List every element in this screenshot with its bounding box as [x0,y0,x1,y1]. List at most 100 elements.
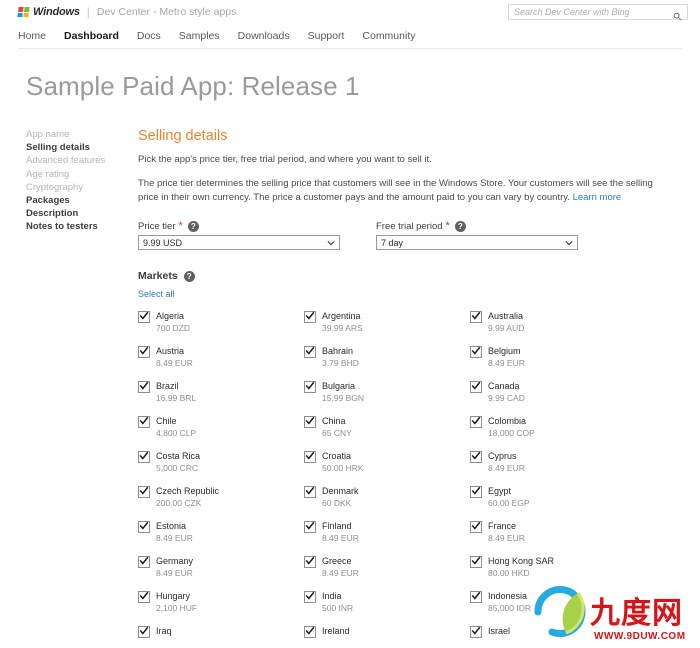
market-item[interactable]: China65 CNY [304,415,470,439]
market-item[interactable]: Austria8.49 EUR [138,345,304,369]
market-checkbox[interactable] [304,556,316,568]
market-checkbox[interactable] [470,521,482,533]
market-item[interactable]: France8.49 EUR [470,520,636,544]
market-item[interactable]: Cyprus8.49 EUR [470,450,636,474]
market-price: 3.79 BHD [322,357,359,369]
sidebar-item-age-rating[interactable]: Age rating [26,168,138,181]
market-item[interactable]: Costa Rica5,000 CRC [138,450,304,474]
nav-item-docs[interactable]: Docs [137,30,161,42]
help-icon[interactable]: ? [455,221,466,232]
learn-more-link[interactable]: Learn more [573,192,622,203]
market-checkbox[interactable] [304,486,316,498]
help-icon[interactable]: ? [184,271,195,282]
market-item[interactable]: Hong Kong SAR80.00 HKD [470,555,636,579]
market-item[interactable]: Hungary2,100 HUF [138,590,304,614]
market-name: Austria [156,345,193,357]
market-item[interactable]: Iraq [138,625,304,638]
market-text: Austria8.49 EUR [156,345,193,369]
market-item[interactable]: India500 INR [304,590,470,614]
market-item[interactable]: Bulgaria15.99 BGN [304,380,470,404]
market-checkbox[interactable] [138,556,150,568]
market-checkbox[interactable] [470,451,482,463]
market-checkbox[interactable] [304,451,316,463]
search-box[interactable]: Search Dev Center with Bing [508,4,688,20]
search-input[interactable]: Search Dev Center with Bing [514,7,673,17]
market-text: Chile4,800 CLP [156,415,196,439]
help-icon[interactable]: ? [188,221,199,232]
market-item[interactable]: Belgium8.49 EUR [470,345,636,369]
free-trial-select[interactable]: 7 day [376,235,578,250]
market-price: 60 DKK [322,497,359,509]
market-checkbox[interactable] [470,381,482,393]
market-checkbox[interactable] [138,346,150,358]
market-checkbox[interactable] [138,381,150,393]
market-price: 8.49 EUR [488,532,525,544]
market-checkbox[interactable] [138,486,150,498]
sidebar-item-app-name[interactable]: App name [26,128,138,141]
sidebar: App name Selling details Advanced featur… [0,128,138,638]
sidebar-item-description[interactable]: Description [26,207,138,220]
market-item[interactable]: Brazil16.99 BRL [138,380,304,404]
sidebar-item-notes-to-testers[interactable]: Notes to testers [26,220,138,233]
market-item[interactable]: Croatia50.00 HRK [304,450,470,474]
page-title: Sample Paid App: Release 1 [0,49,700,102]
market-checkbox[interactable] [470,486,482,498]
brand[interactable]: Windows [18,6,80,18]
sidebar-item-packages[interactable]: Packages [26,194,138,207]
market-item[interactable]: Indonesia85,000 IDR [470,590,636,614]
market-checkbox[interactable] [304,346,316,358]
price-tier-select[interactable]: 9.99 USD [138,235,340,250]
market-text: Czech Republic200.00 CZK [156,485,219,509]
market-checkbox[interactable] [138,451,150,463]
market-checkbox[interactable] [138,521,150,533]
market-item[interactable]: Australia9.99 AUD [470,310,636,334]
market-checkbox[interactable] [470,311,482,323]
market-item[interactable]: Czech Republic200.00 CZK [138,485,304,509]
market-item[interactable]: Greece8.49 EUR [304,555,470,579]
market-item[interactable]: Germany8.49 EUR [138,555,304,579]
sidebar-item-cryptography[interactable]: Cryptography [26,181,138,194]
nav-item-support[interactable]: Support [308,30,345,42]
market-item[interactable]: Chile4,800 CLP [138,415,304,439]
market-checkbox[interactable] [304,381,316,393]
price-tier-label: Price tier [138,221,175,232]
market-checkbox[interactable] [138,591,150,603]
nav-item-home[interactable]: Home [18,30,46,42]
brand-separator: | [87,5,90,19]
market-checkbox[interactable] [304,626,316,638]
market-checkbox[interactable] [470,416,482,428]
market-item[interactable]: Argentina39.99 ARS [304,310,470,334]
market-checkbox[interactable] [470,556,482,568]
market-item[interactable]: Colombia18,000 COP [470,415,636,439]
market-item[interactable]: Canada9.99 CAD [470,380,636,404]
market-checkbox[interactable] [138,311,150,323]
select-all-link[interactable]: Select all [138,289,175,299]
nav-item-community[interactable]: Community [362,30,415,42]
market-item[interactable]: Algeria700 DZD [138,310,304,334]
market-item[interactable]: Egypt60.00 EGP [470,485,636,509]
market-checkbox[interactable] [304,521,316,533]
market-item[interactable]: Bahrain3.79 BHD [304,345,470,369]
nav-item-samples[interactable]: Samples [179,30,220,42]
nav-item-downloads[interactable]: Downloads [238,30,290,42]
nav-item-dashboard[interactable]: Dashboard [64,30,119,42]
market-checkbox[interactable] [304,311,316,323]
market-checkbox[interactable] [470,626,482,638]
market-checkbox[interactable] [304,416,316,428]
market-item[interactable]: Israel [470,625,636,638]
market-item[interactable]: Denmark60 DKK [304,485,470,509]
market-checkbox[interactable] [138,416,150,428]
market-text: Cyprus8.49 EUR [488,450,525,474]
search-icon[interactable] [673,8,682,17]
market-price: 80.00 HKD [488,567,554,579]
market-item[interactable]: Estonia8.49 EUR [138,520,304,544]
sidebar-item-advanced-features[interactable]: Advanced features [26,154,138,167]
market-checkbox[interactable] [304,591,316,603]
market-checkbox[interactable] [138,626,150,638]
market-checkbox[interactable] [470,346,482,358]
market-item[interactable]: Finland8.49 EUR [304,520,470,544]
market-item[interactable]: Ireland [304,625,470,638]
market-checkbox[interactable] [470,591,482,603]
market-price: 5,000 CRC [156,462,200,474]
sidebar-item-selling-details[interactable]: Selling details [26,141,138,154]
